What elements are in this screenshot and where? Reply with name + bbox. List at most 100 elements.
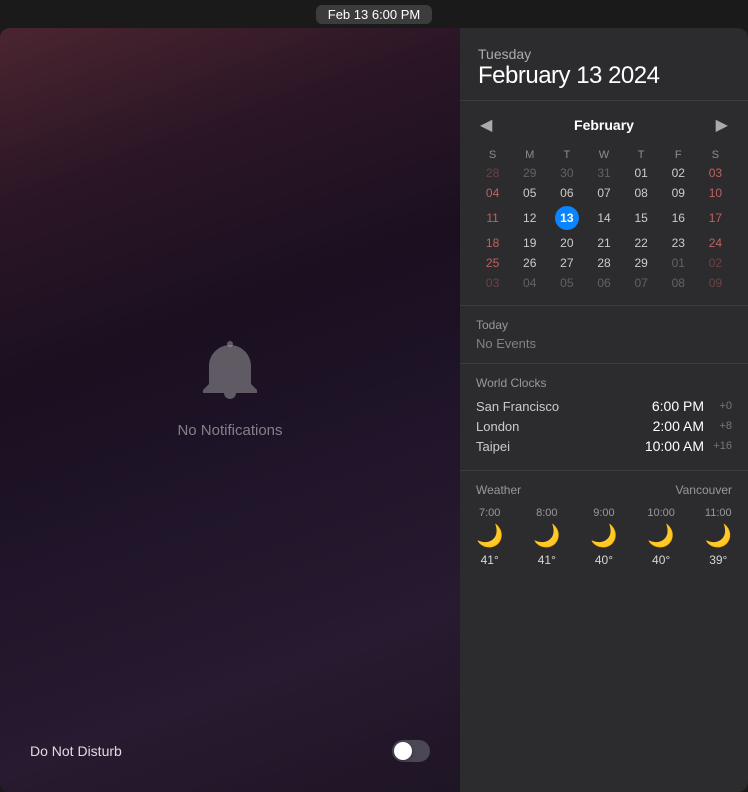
calendar-day[interactable]: 11: [474, 203, 511, 233]
next-month-button[interactable]: ▶: [710, 113, 734, 137]
no-events-text: No Events: [476, 336, 732, 351]
calendar-day[interactable]: 20: [548, 233, 585, 253]
calendar-day[interactable]: 01: [623, 163, 660, 183]
calendar-day[interactable]: 28: [474, 163, 511, 183]
date-weekday: Tuesday: [478, 46, 730, 62]
calendar-day[interactable]: 28: [585, 253, 622, 273]
calendar-day[interactable]: 30: [548, 163, 585, 183]
calendar-day[interactable]: 10: [697, 183, 734, 203]
cal-day-header: W: [585, 147, 622, 163]
calendar-day[interactable]: 02: [660, 163, 697, 183]
weather-title: Weather: [476, 483, 521, 497]
dnd-row: Do Not Disturb: [20, 730, 440, 772]
calendar-day[interactable]: 09: [697, 273, 734, 293]
calendar-day[interactable]: 14: [585, 203, 622, 233]
dnd-toggle[interactable]: [392, 740, 430, 762]
notifications-area: No Notifications: [20, 48, 440, 730]
weather-icon: 🌙: [647, 523, 674, 549]
calendar-day[interactable]: 06: [585, 273, 622, 293]
weather-temp: 41°: [481, 553, 499, 567]
events-title: Today: [476, 318, 732, 332]
weather-hour-time: 8:00: [536, 507, 557, 519]
calendar-day[interactable]: 03: [474, 273, 511, 293]
prev-month-button[interactable]: ◀: [474, 113, 498, 137]
weather-hour: 8:00 🌙 41°: [533, 507, 560, 567]
calendar-day[interactable]: 09: [660, 183, 697, 203]
calendar-day[interactable]: 07: [585, 183, 622, 203]
calendar-day[interactable]: 13: [548, 203, 585, 233]
clocks-title: World Clocks: [476, 376, 732, 390]
calendar-grid: SMTWTFS 28293031010203040506070809101112…: [474, 147, 734, 293]
cal-day-header: S: [474, 147, 511, 163]
calendar-day[interactable]: 25: [474, 253, 511, 273]
calendar-day[interactable]: 15: [623, 203, 660, 233]
weather-section: Weather Vancouver 7:00 🌙 41° 8:00 🌙 41° …: [460, 471, 748, 579]
calendar-section: ◀ February ▶ SMTWTFS 2829303101020304050…: [460, 101, 748, 306]
weather-location: Vancouver: [676, 483, 732, 497]
weather-icon: 🌙: [590, 523, 617, 549]
weather-hour: 9:00 🌙 40°: [590, 507, 617, 567]
calendar-day[interactable]: 29: [623, 253, 660, 273]
calendar-day[interactable]: 04: [474, 183, 511, 203]
calendar-nav: ◀ February ▶: [474, 113, 734, 137]
clock-row: San Francisco 6:00 PM +0: [476, 398, 732, 414]
calendar-day[interactable]: 06: [548, 183, 585, 203]
clock-row: London 2:00 AM +8: [476, 418, 732, 434]
menu-bar: Feb 13 6:00 PM: [0, 0, 748, 28]
clocks-container: San Francisco 6:00 PM +0 London 2:00 AM …: [476, 398, 732, 454]
cal-day-header: F: [660, 147, 697, 163]
clock-time: 2:00 AM: [653, 418, 704, 434]
calendar-day[interactable]: 18: [474, 233, 511, 253]
calendar-day[interactable]: 22: [623, 233, 660, 253]
calendar-day[interactable]: 21: [585, 233, 622, 253]
calendar-day[interactable]: 02: [697, 253, 734, 273]
weather-hourly: 7:00 🌙 41° 8:00 🌙 41° 9:00 🌙 40° 10:00 🌙…: [476, 507, 732, 567]
calendar-day[interactable]: 03: [697, 163, 734, 183]
weather-hour-time: 10:00: [647, 507, 675, 519]
calendar-month-label: February: [574, 117, 634, 133]
calendar-day[interactable]: 04: [511, 273, 548, 293]
toggle-knob: [394, 742, 412, 760]
calendar-day[interactable]: 26: [511, 253, 548, 273]
clock-offset: +0: [710, 400, 732, 412]
calendar-day[interactable]: 08: [660, 273, 697, 293]
weather-hour: 10:00 🌙 40°: [647, 507, 675, 567]
calendar-day[interactable]: 05: [548, 273, 585, 293]
calendar-day[interactable]: 08: [623, 183, 660, 203]
clock-city: Taipei: [476, 439, 645, 454]
calendar-day[interactable]: 19: [511, 233, 548, 253]
calendar-day[interactable]: 17: [697, 203, 734, 233]
weather-icon: 🌙: [533, 523, 560, 549]
clock-offset: +16: [710, 440, 732, 452]
calendar-day[interactable]: 01: [660, 253, 697, 273]
clock-city: London: [476, 419, 653, 434]
clocks-section: World Clocks San Francisco 6:00 PM +0 Lo…: [460, 364, 748, 471]
calendar-day[interactable]: 31: [585, 163, 622, 183]
cal-day-header: T: [623, 147, 660, 163]
weather-icon: 🌙: [705, 523, 732, 549]
weather-hour: 11:00 🌙 39°: [705, 507, 732, 567]
cal-day-header: M: [511, 147, 548, 163]
weather-hour-time: 7:00: [479, 507, 500, 519]
calendar-day[interactable]: 29: [511, 163, 548, 183]
weather-hour-time: 11:00: [705, 507, 732, 519]
dnd-label: Do Not Disturb: [30, 743, 392, 759]
weather-icon: 🌙: [476, 523, 503, 549]
calendar-day[interactable]: 23: [660, 233, 697, 253]
clock-time: 6:00 PM: [652, 398, 704, 414]
calendar-day[interactable]: 16: [660, 203, 697, 233]
weather-hour-time: 9:00: [593, 507, 614, 519]
weather-temp: 41°: [538, 553, 556, 567]
main-area: No Notifications Do Not Disturb Tuesday …: [0, 28, 748, 792]
calendar-day[interactable]: 27: [548, 253, 585, 273]
calendar-day[interactable]: 05: [511, 183, 548, 203]
notification-panel: No Notifications Do Not Disturb: [0, 28, 460, 792]
clock-time: 10:00 AM: [645, 438, 704, 454]
date-full: February 13 2024: [478, 62, 730, 90]
calendar-day[interactable]: 24: [697, 233, 734, 253]
weather-header: Weather Vancouver: [476, 483, 732, 497]
weather-temp: 39°: [709, 553, 727, 567]
calendar-day[interactable]: 12: [511, 203, 548, 233]
cal-day-header: S: [697, 147, 734, 163]
calendar-day[interactable]: 07: [623, 273, 660, 293]
